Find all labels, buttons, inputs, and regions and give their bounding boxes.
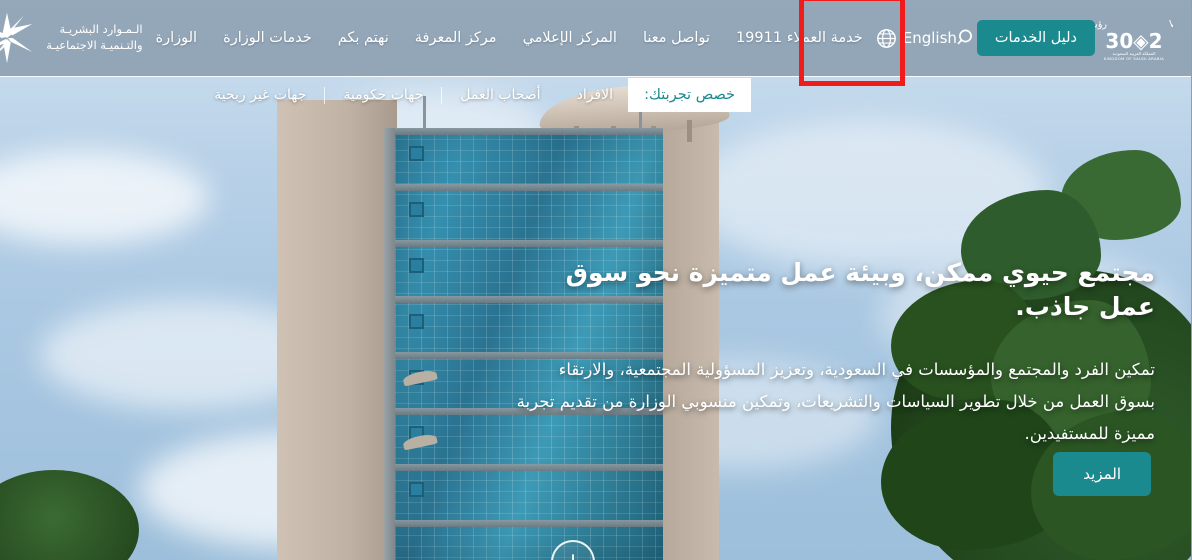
floor-band [396,184,664,191]
svg-text:VISION: VISION [1170,19,1174,30]
hero-copy-block: مجتمع حيوي ممكن، وبيئة عمل متميزة نحو سو… [516,256,1156,450]
ministry-name-line2: والتـنميـة الاجتماعيـة [47,38,144,52]
language-label: English [903,29,958,47]
nav-knowledge-center[interactable]: مركز المعرفة [403,24,511,52]
cloud [0,150,210,245]
svg-text:KINGDOM OF SAUDI ARABIA: KINGDOM OF SAUDI ARABIA [1105,56,1165,61]
tower-window [410,258,425,273]
tower-window [410,314,425,329]
search-icon [958,29,973,45]
nav-contact-us[interactable]: تواصل معنا [631,24,724,52]
subnav-nonprofit-entities[interactable]: جهات غير ربحية [197,87,325,103]
subnav-employers[interactable]: أصحاب العمل [443,87,559,103]
nav-ministry[interactable]: الوزارة [144,24,212,52]
nav-media-center[interactable]: المركز الإعلامي [511,24,631,52]
building-podium [278,100,398,560]
subnav-item-list: الافراد أصحاب العمل جهات حكومية جهات غير… [197,76,632,114]
nav-ministry-services[interactable]: خدمات الوزارة [211,24,326,52]
nav-we-care[interactable]: نهتم بكم [326,24,403,52]
ministry-logo[interactable]: الـمـوارد البشريـة والتـنميـة الاجتماعيـ… [0,10,144,66]
primary-navigation: خدمة العملاء 19911 تواصل معنا المركز الإ… [144,24,877,52]
personalize-chip-label: خصص تجربتك: [645,87,736,103]
ministry-star-icon [0,12,34,64]
floor-band [396,128,664,135]
tower-window [410,146,425,161]
floor-band [396,464,664,471]
left-shrub [0,470,140,560]
canopy-post [688,120,693,142]
scroll-down-arrow-icon [573,554,575,560]
floor-band [396,520,664,527]
site-header: VISION رؤية 2◈30 المملكة العربية السعودي… [0,0,1192,76]
subnav-government-entities[interactable]: جهات حكومية [326,87,442,103]
ministry-name: الـمـوارد البشريـة والتـنميـة الاجتماعيـ… [47,22,143,53]
services-guide-button[interactable]: دليل الخدمات [977,20,1096,56]
tower-window [410,482,425,497]
subnav-separator [442,86,444,104]
personalize-chip[interactable]: خصص تجربتك: [629,78,752,112]
nav-customer-service[interactable]: خدمة العملاء 19911 [724,24,877,52]
tower-window [410,202,425,217]
more-button[interactable]: المزيد [1054,452,1152,496]
tower-edge [385,128,396,560]
vision-2030-mark: VISION رؤية 2◈30 المملكة العربية السعودي… [1096,19,1174,61]
subnav-separator [325,86,327,104]
hero-title: مجتمع حيوي ممكن، وبيئة عمل متميزة نحو سو… [566,258,1156,321]
ministry-name-line1: الـمـوارد البشريـة [60,22,144,37]
globe-icon [877,28,897,48]
svg-text:2◈30: 2◈30 [1106,29,1163,53]
secondary-navigation: خصص تجربتك: الافراد أصحاب العمل جهات حكو… [0,76,1192,114]
vision-2030-logo: VISION رؤية 2◈30 المملكة العربية السعودي… [1096,15,1174,61]
hero-description: تمكين الفرد والمجتمع والمؤسسات في السعود… [517,359,1156,443]
floor-band [396,240,664,247]
subnav-individuals[interactable]: الافراد [560,87,632,103]
search-button[interactable] [958,25,978,51]
header-left-cluster: VISION رؤية 2◈30 المملكة العربية السعودي… [1096,15,1178,61]
language-switcher[interactable]: English [877,28,958,49]
